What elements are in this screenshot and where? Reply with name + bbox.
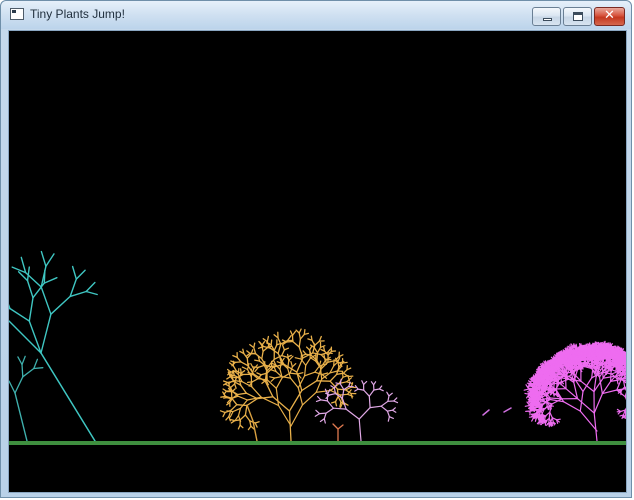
close-button[interactable]: ✕	[594, 7, 625, 26]
minimize-button[interactable]	[532, 7, 561, 26]
game-viewport[interactable]	[8, 30, 627, 493]
window-title: Tiny Plants Jump!	[30, 7, 125, 21]
game-background	[9, 31, 626, 492]
close-icon: ✕	[604, 8, 615, 23]
ground-strip	[9, 441, 626, 445]
maximize-button[interactable]	[563, 7, 592, 26]
maximize-icon	[573, 12, 583, 21]
title-bar[interactable]: Tiny Plants Jump! ✕	[1, 1, 631, 29]
minimize-icon	[543, 18, 552, 21]
app-window-icon[interactable]	[10, 8, 24, 20]
game-canvas[interactable]	[9, 31, 626, 492]
app-window: Tiny Plants Jump! ✕	[0, 0, 632, 498]
